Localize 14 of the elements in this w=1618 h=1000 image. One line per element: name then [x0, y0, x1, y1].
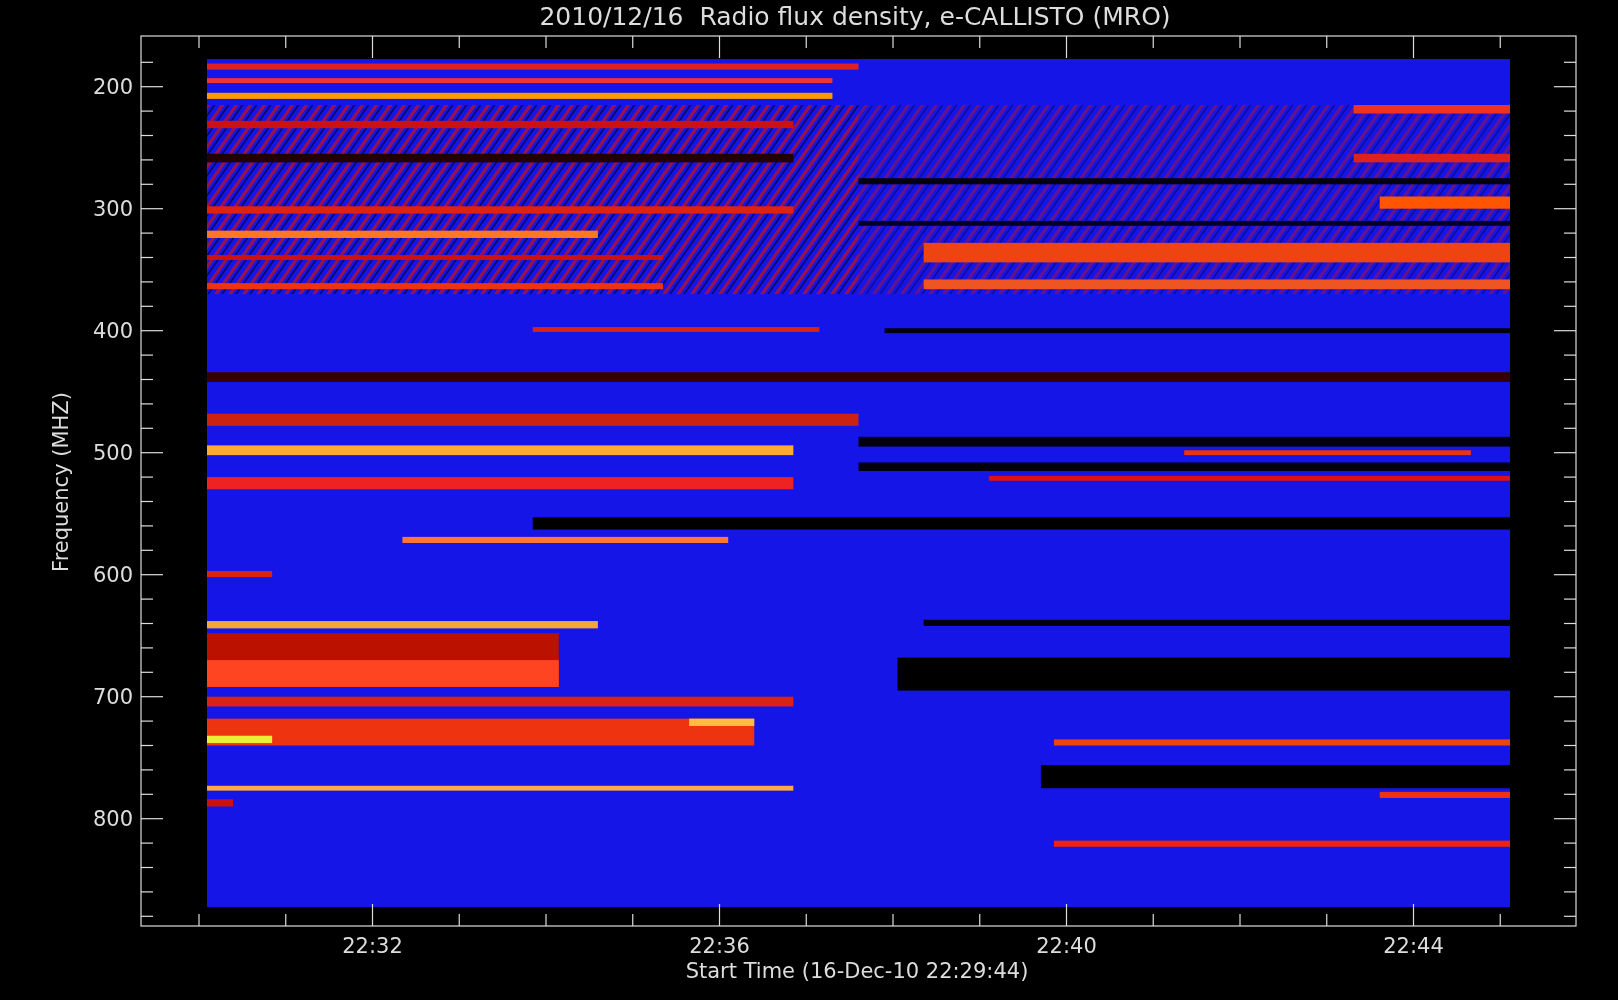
chart-title: 2010/12/16 Radio flux density, e-CALLISTO (MRO)	[539, 2, 1171, 31]
y-tick-label: 400	[92, 318, 133, 343]
x-tick-label: 22:40	[1036, 934, 1097, 958]
x-tick-label: 22:44	[1383, 934, 1444, 958]
y-axis-label: Frequency (MHZ)	[49, 392, 73, 572]
x-tick-label: 22:36	[689, 934, 750, 958]
y-tick-label: 600	[92, 562, 133, 587]
x-tick-label: 22:32	[342, 934, 403, 958]
y-tick-label: 200	[92, 74, 133, 99]
y-tick-label: 800	[92, 806, 133, 831]
y-tick-label: 700	[92, 684, 133, 709]
y-tick-label: 300	[92, 196, 133, 221]
y-tick-label: 500	[92, 440, 133, 465]
x-axis-label: Start Time (16-Dec-10 22:29:44)	[685, 959, 1029, 983]
